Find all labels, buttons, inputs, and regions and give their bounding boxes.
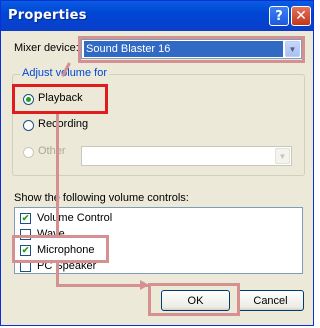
arrowhead-icon [140, 280, 149, 290]
help-button[interactable]: ? [269, 6, 289, 26]
checkbox-volume-control[interactable]: ✔ [20, 213, 31, 224]
other-device-select: ▼ [81, 146, 292, 166]
connector-line [56, 284, 148, 287]
recording-radio-label[interactable]: Recording [38, 118, 88, 130]
connector-line [56, 114, 59, 235]
title-bar[interactable]: Properties ? ✕ [1, 1, 313, 31]
mixer-highlight-box [78, 36, 305, 63]
help-icon: ? [275, 8, 283, 24]
close-button[interactable]: ✕ [291, 6, 311, 26]
ok-highlight-box [148, 283, 240, 316]
close-icon: ✕ [295, 8, 307, 24]
other-radio-label: Other [38, 145, 66, 157]
chevron-down-icon: ▼ [275, 148, 290, 164]
recording-radio-indicator[interactable] [23, 120, 34, 131]
window-title: Properties [8, 8, 87, 23]
microphone-highlight-box [12, 235, 109, 263]
volume-controls-label: Show the following volume controls: [14, 192, 189, 204]
playback-highlight-box [12, 84, 108, 114]
properties-dialog: Properties ? ✕ Mixer device: Sound Blast… [0, 0, 314, 326]
mixer-device-label: Mixer device: [14, 42, 79, 54]
other-radio-indicator [23, 147, 34, 158]
connector-line [56, 263, 59, 285]
list-item-label: Volume Control [37, 212, 113, 224]
cancel-button[interactable]: Cancel [237, 290, 304, 311]
